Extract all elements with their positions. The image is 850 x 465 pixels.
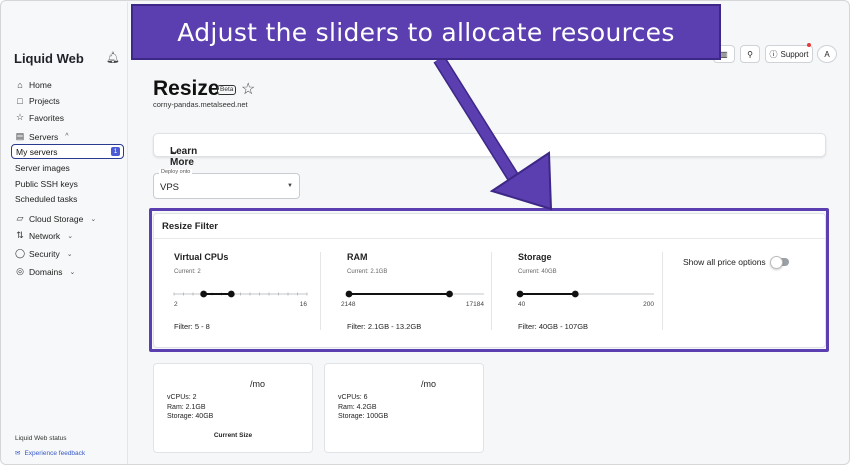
annotation-arrow [433,55,553,211]
instruction-callout: Adjust the sliders to allocate resources [131,4,721,60]
app-window: Liquid Web 🔔︎ ⌂ Home □ Projects ☆ Favorites… [0,0,850,465]
arrow-shaft [434,56,518,180]
